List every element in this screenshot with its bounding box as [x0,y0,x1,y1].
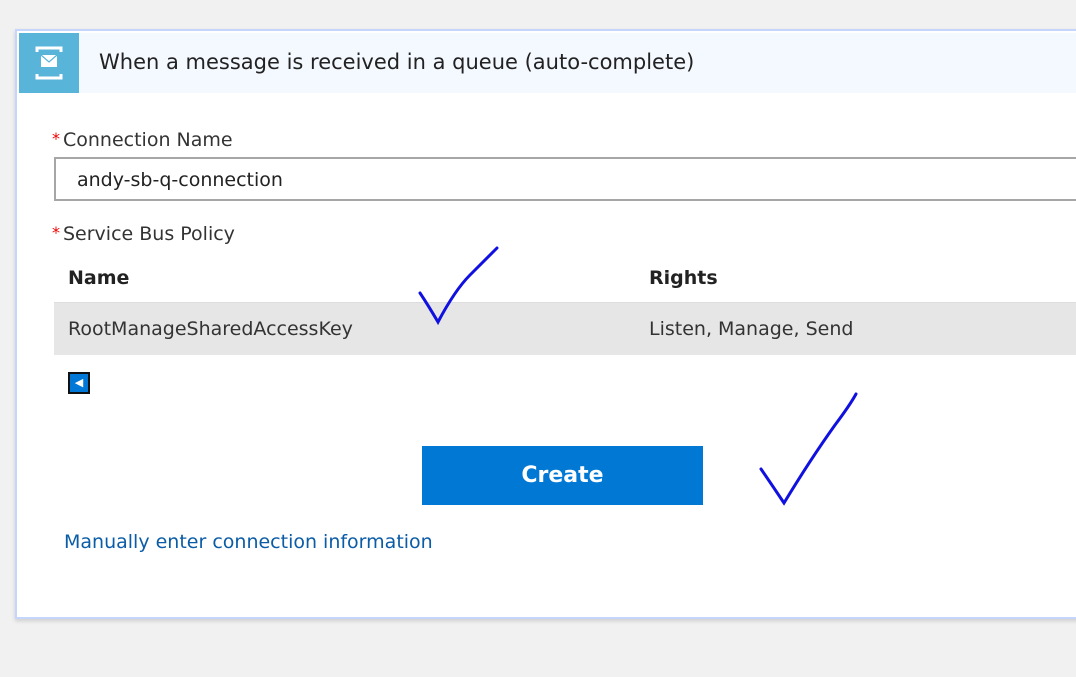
checkmark-annotation [759,392,858,506]
checkmark-annotation [418,246,499,326]
annotation-checkmarks [418,246,858,506]
